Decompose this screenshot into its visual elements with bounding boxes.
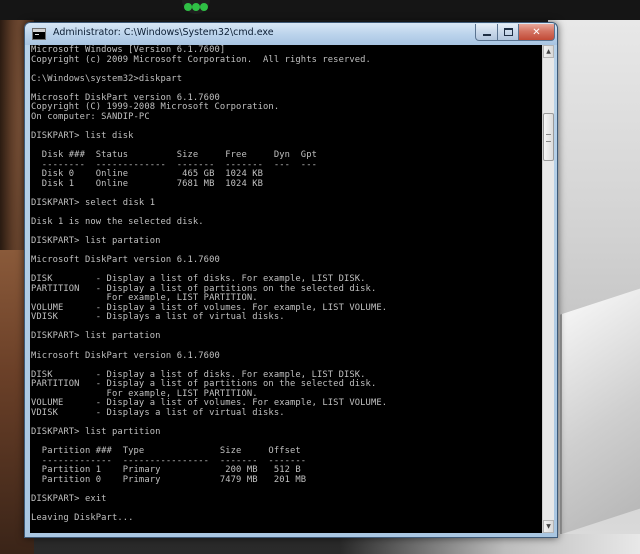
caption-buttons: ✕ [475, 24, 555, 42]
console-output[interactable]: Microsoft Windows [Version 6.1.7600] Copy… [30, 45, 542, 533]
scrollbar-thumb[interactable] [543, 113, 554, 161]
console-line: Copyright (c) 2009 Microsoft Corporation… [31, 54, 371, 65]
cmd-window[interactable]: Administrator: C:\Windows\System32\cmd.e… [24, 22, 558, 538]
console-line: Partition 0 Primary 7479 MB 201 MB [31, 474, 307, 485]
console-line: DISKPART> list partation [31, 331, 161, 342]
console-text: Microsoft Windows [Version 6.1.7600] Copy… [31, 45, 541, 523]
minimize-icon [482, 34, 491, 36]
console-line: DISKPART> list partation [31, 235, 161, 246]
desktop-top-strip [0, 0, 640, 20]
cmd-app-icon[interactable] [32, 28, 46, 40]
scroll-down-button[interactable]: ▼ [543, 520, 554, 533]
console-line: C:\Windows\system32>diskpart [31, 73, 183, 84]
maximize-button[interactable] [497, 24, 519, 41]
console-line: DISKPART> list partition [31, 426, 161, 437]
console-line: DISKPART> list disk [31, 130, 134, 141]
close-icon: ✕ [532, 26, 541, 38]
console-line: On computer: SANDIP-PC [31, 111, 150, 122]
window-title: Administrator: C:\Windows\System32\cmd.e… [53, 27, 274, 38]
vertical-scrollbar[interactable]: ▲ ▼ [542, 45, 554, 533]
window-titlebar[interactable]: Administrator: C:\Windows\System32\cmd.e… [25, 23, 557, 45]
console-line: DISKPART> exit [31, 493, 107, 504]
chevron-up-icon: ▲ [546, 48, 551, 55]
scroll-up-button[interactable]: ▲ [543, 45, 554, 58]
maximize-icon [503, 28, 513, 36]
wallpaper-ornament [182, 0, 210, 14]
console-line: DISKPART> select disk 1 [31, 197, 156, 208]
console-line: Microsoft DiskPart version 6.1.7600 [31, 350, 220, 361]
close-button[interactable]: ✕ [518, 24, 555, 41]
minimize-button[interactable] [475, 24, 498, 41]
console-line: Leaving DiskPart... [31, 512, 134, 523]
console-line: Microsoft DiskPart version 6.1.7600 [31, 255, 220, 266]
chevron-down-icon: ▼ [546, 523, 551, 530]
console-line: VDISK - Displays a list of virtual disks… [31, 407, 285, 418]
wallpaper-laptop [560, 285, 640, 535]
console-line: Disk 1 is now the selected disk. [31, 216, 204, 227]
console-line: VDISK - Displays a list of virtual disks… [31, 312, 285, 323]
console-line: Disk 1 Online 7681 MB 1024 KB [31, 178, 264, 189]
